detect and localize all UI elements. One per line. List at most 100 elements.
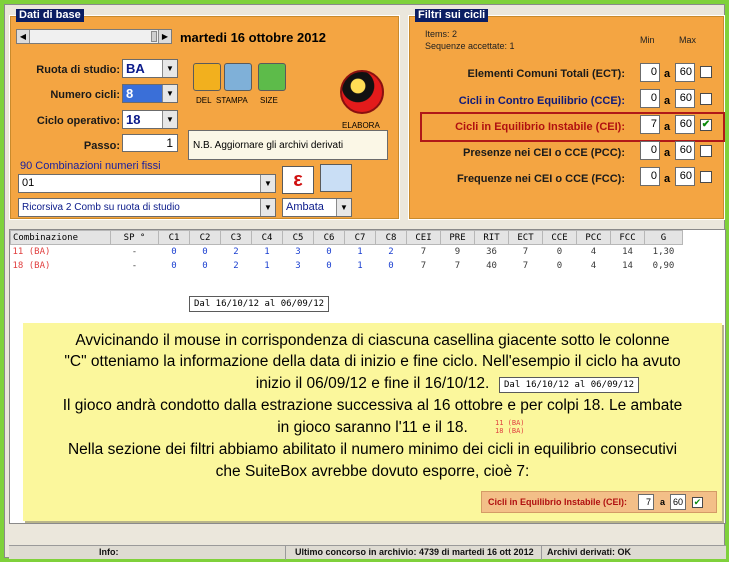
combo-select[interactable]: 01 ▼ bbox=[18, 174, 276, 193]
cce-min-input[interactable]: 0 bbox=[640, 89, 660, 108]
col-c8[interactable]: C8 bbox=[375, 230, 407, 245]
cell-fcc: 14 bbox=[622, 246, 633, 257]
cell-c5[interactable]: 3 bbox=[283, 245, 314, 259]
pcc-max-input[interactable]: 60 bbox=[675, 141, 695, 160]
cell-c5[interactable]: 3 bbox=[283, 259, 314, 273]
cell-pcc: 4 bbox=[590, 246, 597, 257]
ect-max-input[interactable]: 60 bbox=[675, 63, 695, 82]
col-cce[interactable]: CCE bbox=[542, 230, 577, 245]
cell-c7[interactable]: 1 bbox=[345, 245, 376, 259]
cei-label: Cicli in Equilibrio Instabile (CEI): bbox=[455, 121, 625, 133]
chevron-down-icon[interactable]: ▼ bbox=[260, 175, 275, 192]
col-fcc[interactable]: FCC bbox=[610, 230, 645, 245]
cell-c3[interactable]: 2 bbox=[221, 259, 252, 273]
cei-max-input[interactable]: 60 bbox=[675, 115, 695, 134]
col-rit[interactable]: RIT bbox=[474, 230, 509, 245]
mini-filter-a: a bbox=[660, 497, 666, 507]
ect-checkbox[interactable] bbox=[700, 66, 712, 78]
explanation-tooltip: Dal 16/10/12 al 06/09/12 bbox=[499, 377, 640, 393]
chevron-down-icon[interactable]: ▼ bbox=[162, 111, 177, 128]
settings-icon[interactable] bbox=[320, 164, 352, 192]
col-sp[interactable]: SP ° bbox=[110, 230, 159, 245]
cell-c8[interactable]: 2 bbox=[376, 245, 407, 259]
cell-c6[interactable]: 0 bbox=[314, 259, 345, 273]
ciclo-operativo-select[interactable]: 18 ▼ bbox=[122, 110, 178, 129]
ruota-select[interactable]: BA ▼ bbox=[122, 59, 178, 78]
cell-c8[interactable]: 0 bbox=[376, 259, 407, 273]
chevron-down-icon[interactable]: ▼ bbox=[336, 199, 351, 216]
cell-sp: - bbox=[131, 246, 138, 257]
col-combinazione[interactable]: Combinazione bbox=[10, 230, 111, 245]
col-g[interactable]: G bbox=[644, 230, 683, 245]
cell-c4[interactable]: 1 bbox=[252, 245, 283, 259]
cell-sp: - bbox=[131, 260, 138, 271]
pcc-min-input[interactable]: 0 bbox=[640, 141, 660, 160]
elabora-button[interactable] bbox=[340, 70, 384, 114]
cce-checkbox[interactable] bbox=[700, 93, 712, 105]
cell-c4[interactable]: 1 bbox=[252, 259, 283, 273]
mini-filter-check: ✔ bbox=[692, 497, 703, 508]
passo-input[interactable]: 1 bbox=[122, 134, 178, 152]
cell-c6[interactable]: 0 bbox=[314, 245, 345, 259]
cell-c2[interactable]: 0 bbox=[190, 245, 221, 259]
cei-min-input[interactable]: 7 bbox=[640, 115, 660, 134]
table-row[interactable]: 11 (BA) - 0 0 2 1 3 0 1 2 7 9 36 7 0 4 1… bbox=[11, 245, 683, 259]
chevron-down-icon[interactable]: ▼ bbox=[260, 199, 275, 216]
col-c4[interactable]: C4 bbox=[251, 230, 283, 245]
scroll-left-icon[interactable]: ◀ bbox=[17, 30, 30, 43]
fcc-label: Frequenze nei CEI o CCE (FCC): bbox=[456, 173, 625, 185]
cell-c3[interactable]: 2 bbox=[221, 245, 252, 259]
scroll-right-icon[interactable]: ▶ bbox=[158, 30, 171, 43]
cell-ect: 7 bbox=[522, 246, 529, 257]
date-scrollbar[interactable]: ◀ ▶ bbox=[16, 29, 172, 44]
archive-note: N.B. Aggiornare gli archivi derivati bbox=[188, 130, 388, 160]
fcc-min-input[interactable]: 0 bbox=[640, 167, 660, 186]
explanation-line-2: "C" otteniamo la informazione della data… bbox=[64, 353, 681, 370]
ricorsiva-select[interactable]: Ricorsiva 2 Comb su ruota di studio ▼ bbox=[18, 198, 276, 217]
col-pre[interactable]: PRE bbox=[440, 230, 475, 245]
pcc-label: Presenze nei CEI o CCE (PCC): bbox=[463, 147, 625, 159]
cell-c2[interactable]: 0 bbox=[190, 259, 221, 273]
chevron-down-icon[interactable]: ▼ bbox=[162, 60, 177, 77]
epsilon-button[interactable]: ε bbox=[282, 166, 314, 194]
cell-c1[interactable]: 0 bbox=[159, 259, 190, 273]
table-row[interactable]: 18 (BA) - 0 0 2 1 3 0 1 0 7 7 40 7 0 4 1… bbox=[11, 259, 683, 273]
mini-filter-min: 7 bbox=[638, 494, 654, 510]
base-data-panel: Dati di base ◀ ▶ martedi 16 ottobre 2012… bbox=[9, 9, 400, 220]
pcc-checkbox[interactable] bbox=[700, 145, 712, 157]
trash-icon[interactable] bbox=[193, 63, 221, 91]
col-c6[interactable]: C6 bbox=[313, 230, 345, 245]
explanation-line-1: Avvicinando il mouse in corrispondenza d… bbox=[75, 332, 670, 349]
ricorsiva-value: Ricorsiva 2 Comb su ruota di studio bbox=[22, 202, 180, 213]
print-icon[interactable] bbox=[224, 63, 252, 91]
cell-ect: 7 bbox=[522, 260, 529, 271]
col-ect[interactable]: ECT bbox=[508, 230, 543, 245]
numero-cicli-label: Numero cicli: bbox=[50, 89, 120, 101]
col-pcc[interactable]: PCC bbox=[576, 230, 611, 245]
ect-min-input[interactable]: 0 bbox=[640, 63, 660, 82]
fcc-max-input[interactable]: 60 bbox=[675, 167, 695, 186]
cell-c7[interactable]: 1 bbox=[345, 259, 376, 273]
col-cei[interactable]: CEI bbox=[406, 230, 441, 245]
cce-max-input[interactable]: 60 bbox=[675, 89, 695, 108]
explanation-line-5: in gioco saranno l'11 e il 18. bbox=[277, 419, 468, 436]
numero-cicli-select[interactable]: 8 ▼ bbox=[122, 84, 178, 103]
col-c1[interactable]: C1 bbox=[158, 230, 190, 245]
cei-checkbox[interactable]: ✔ bbox=[700, 119, 712, 131]
col-c7[interactable]: C7 bbox=[344, 230, 376, 245]
col-c2[interactable]: C2 bbox=[189, 230, 221, 245]
resize-icon[interactable] bbox=[258, 63, 286, 91]
size-label: SIZE bbox=[260, 96, 278, 105]
results-table: Combinazione SP ° C1 C2 C3 C4 C5 C6 C7 C… bbox=[10, 230, 683, 273]
stampa-label: STAMPA bbox=[216, 96, 248, 105]
fcc-checkbox[interactable] bbox=[700, 171, 712, 183]
ambata-select[interactable]: Ambata ▼ bbox=[282, 198, 352, 217]
chevron-down-icon[interactable]: ▼ bbox=[162, 85, 177, 102]
elabora-label: ELABORA bbox=[342, 121, 380, 130]
cell-c1[interactable]: 0 bbox=[159, 245, 190, 259]
scroll-thumb[interactable] bbox=[151, 31, 157, 42]
col-c5[interactable]: C5 bbox=[282, 230, 314, 245]
cell-cei: 7 bbox=[420, 246, 427, 257]
col-c3[interactable]: C3 bbox=[220, 230, 252, 245]
table-header-row: Combinazione SP ° C1 C2 C3 C4 C5 C6 C7 C… bbox=[10, 230, 683, 245]
